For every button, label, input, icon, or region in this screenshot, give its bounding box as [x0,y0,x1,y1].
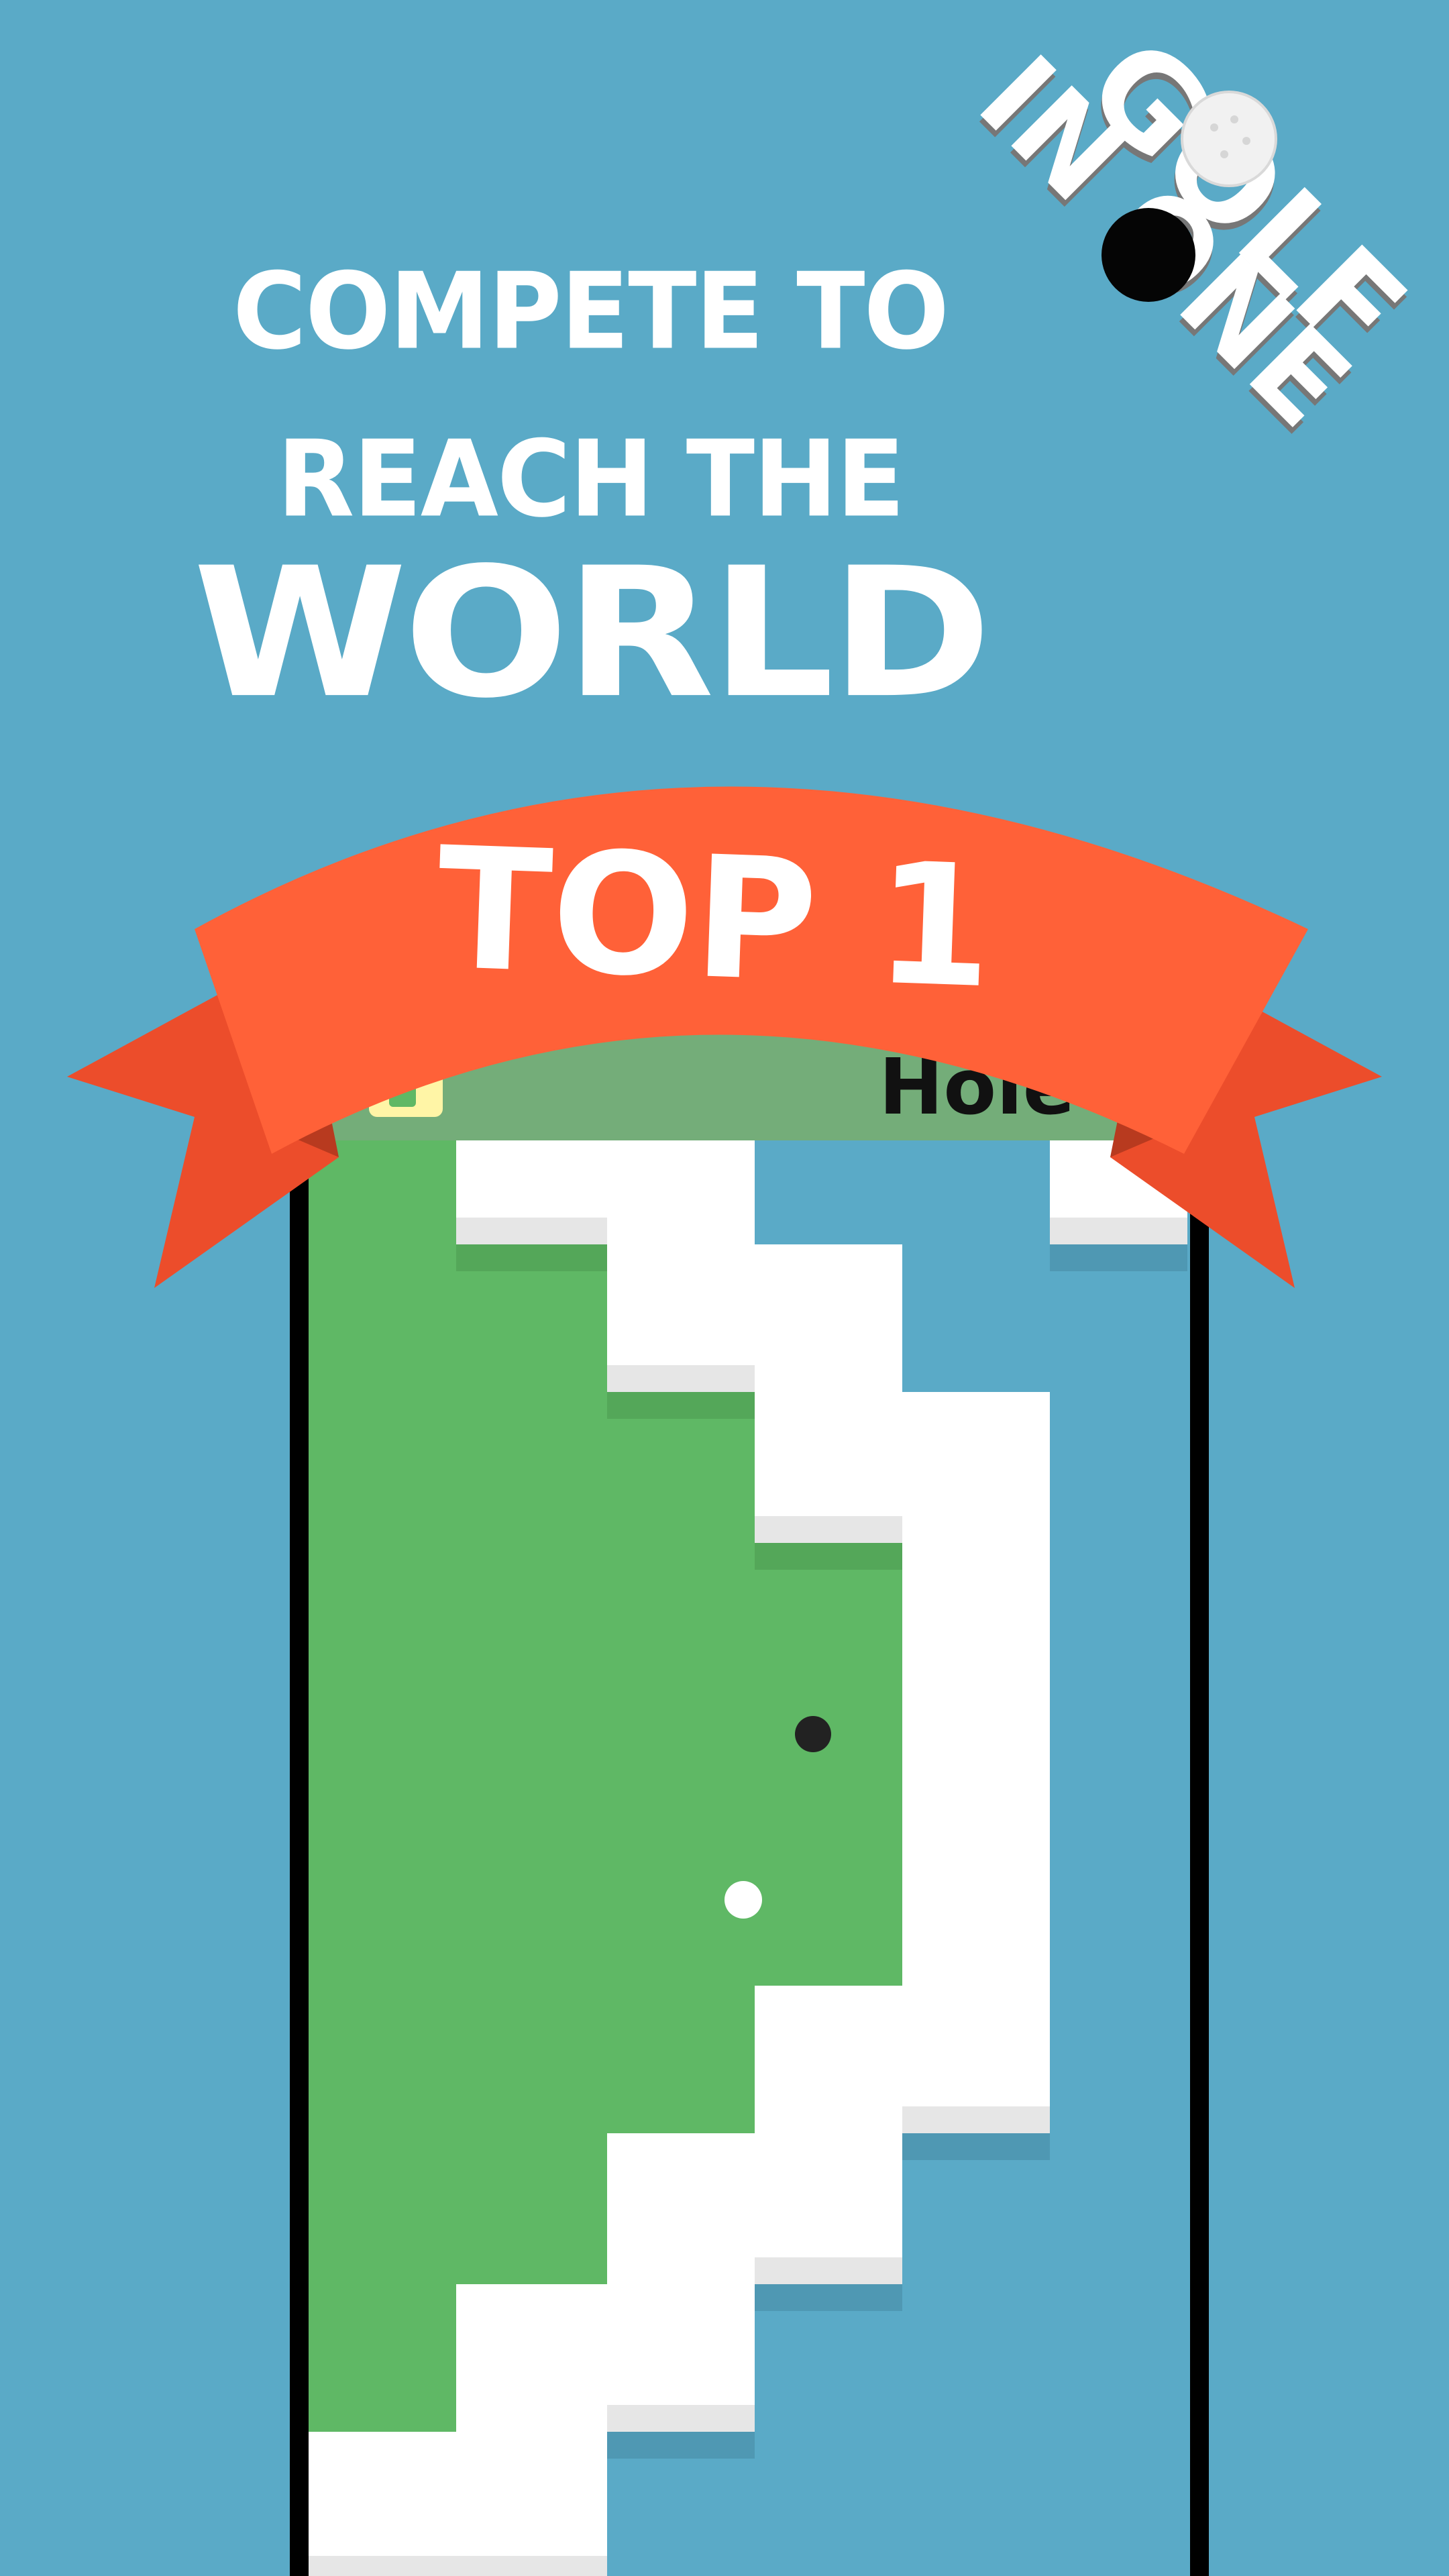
grass-shadow [755,1543,902,1570]
wall-ledge [1050,1218,1187,1244]
wall-block [607,2133,755,2432]
app-screen: COMPETE TO REACH THE WORLD Hole TOP 1 GO… [0,0,1449,2576]
wall-ledge [309,2556,607,2576]
ribbon-label: TOP 1 [434,811,996,1026]
wall-block [456,2284,607,2576]
golf-ball-icon [1181,91,1277,187]
golf-hole-icon [1102,208,1195,302]
logo: GOLF GOLF IN ONE IN ONE [952,11,1433,460]
golf-ball[interactable] [724,1881,762,1919]
wall-ledge [902,2106,1050,2133]
phone-mockup: Hole [290,1033,1209,2576]
wall-shadow [902,2133,1050,2160]
wall-block [902,1392,1050,2133]
wall-ledge [607,1365,755,1392]
grass-shadow [456,1244,607,1271]
wall-shadow [1050,1244,1187,1271]
game-scene: Hole TOP 1 GOLF GOLF IN ONE IN ONE [67,11,1433,2576]
wall-ledge [755,1516,902,1543]
wall-ledge [607,2405,755,2432]
wall-block [309,2432,456,2576]
wall-block [755,1986,902,2284]
golf-hole [795,1716,831,1752]
wall-shadow [755,2284,902,2311]
grass-shadow [607,1392,755,1419]
wall-shadow [607,2432,755,2459]
wall-ledge [456,1218,607,1244]
wall-ledge [755,2257,902,2284]
